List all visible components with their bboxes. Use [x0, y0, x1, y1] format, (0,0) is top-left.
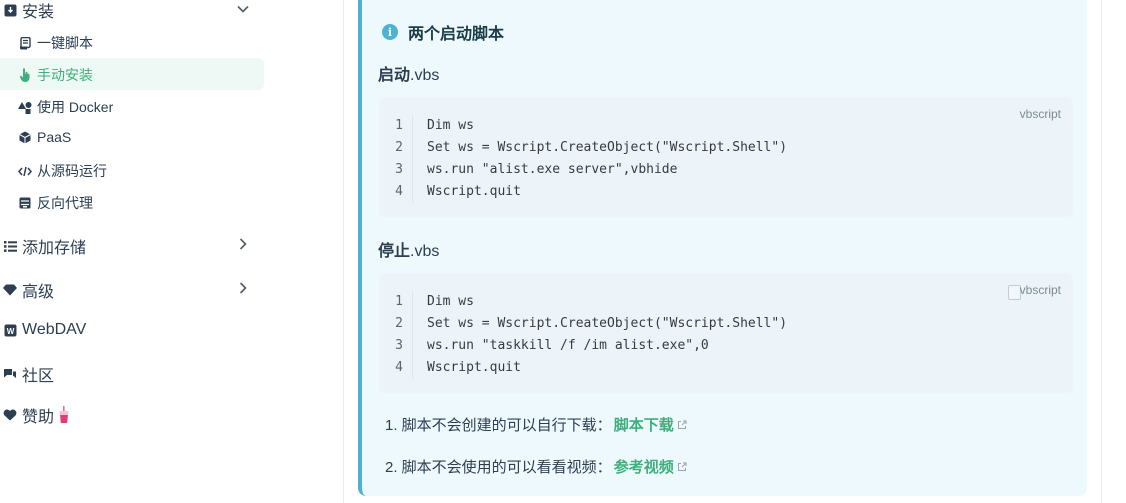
sidebar-item-one-click-script[interactable]: 一键脚本: [18, 33, 93, 53]
hand-pointer-icon: [18, 68, 32, 82]
line-number: 1: [395, 118, 403, 133]
line-number: 2: [395, 140, 403, 155]
note-text: 2. 脚本不会使用的可以看看视频：: [385, 459, 612, 476]
tip-container: i 两个启动脚本 启动.vbs vbscript 1 Dim ws 2 Set …: [358, 0, 1087, 496]
chevron-right-icon[interactable]: [236, 281, 250, 295]
code-line: Dim ws: [427, 294, 474, 309]
sidebar-section-sponsor[interactable]: 赞助: [2, 403, 70, 427]
tip-title-text: 两个启动脚本: [408, 26, 505, 43]
sidebar-section-community[interactable]: 社区: [2, 362, 54, 386]
code-line: ws.run "taskkill /f /im alist.exe",0: [427, 338, 709, 353]
external-link-icon: [677, 420, 687, 429]
sidebar-item-label: 一键脚本: [37, 35, 93, 51]
chevron-down-icon[interactable]: [236, 2, 250, 16]
line-number: 3: [395, 338, 403, 353]
heading-text: 启动: [378, 67, 411, 84]
code-block-stop: vbscript 1 Dim ws 2 Set ws = Wscript.Cre…: [379, 273, 1073, 393]
stop-script-heading: 停止.vbs: [378, 237, 439, 261]
sidebar-item-from-source[interactable]: 从源码运行: [18, 161, 107, 181]
sidebar-section-label: 添加存储: [22, 240, 87, 257]
code-language-label: vbscript: [1019, 283, 1061, 297]
line-number: 4: [395, 184, 403, 199]
reference-video-link[interactable]: 参考视频: [614, 456, 687, 477]
line-number: 1: [395, 294, 403, 309]
svg-text:W: W: [6, 326, 14, 335]
code-line: Dim ws: [427, 118, 474, 133]
code-line: Wscript.quit: [427, 184, 521, 199]
sidebar-section-label: 社区: [22, 368, 55, 385]
heading-ext: .vbs: [410, 243, 440, 260]
gem-icon: [2, 282, 18, 298]
info-icon: i: [382, 24, 398, 40]
note-video: 2. 脚本不会使用的可以看看视频： 参考视频: [385, 456, 687, 477]
script-download-link[interactable]: 脚本下载: [614, 414, 687, 435]
sidebar-section-webdav[interactable]: W WebDAV: [2, 321, 86, 339]
drink-icon: [58, 406, 70, 424]
shapes-icon: [18, 100, 32, 114]
chevron-right-icon[interactable]: [236, 237, 250, 251]
sidebar-section-label: 赞助: [22, 409, 55, 426]
code-icon: [18, 164, 32, 178]
link-label: 脚本下载: [613, 417, 674, 434]
server-icon: [18, 196, 32, 210]
tip-title: i 两个启动脚本: [382, 20, 504, 44]
sidebar-item-docker[interactable]: 使用 Docker: [18, 97, 113, 117]
heading-ext: .vbs: [410, 67, 440, 84]
sidebar-section-label: WebDAV: [22, 321, 87, 338]
sidebar-item-label: 从源码运行: [37, 163, 107, 179]
comments-icon: [2, 366, 18, 382]
sidebar-item-reverse-proxy[interactable]: 反向代理: [18, 193, 93, 213]
code-line: ws.run "alist.exe server",vbhide: [427, 162, 678, 177]
list-icon: [2, 238, 18, 254]
code-line: Set ws = Wscript.CreateObject("Wscript.S…: [427, 316, 788, 331]
start-script-heading: 启动.vbs: [378, 61, 439, 85]
sidebar-item-label: 反向代理: [37, 195, 93, 211]
link-label: 参考视频: [613, 459, 674, 476]
line-number: 3: [395, 162, 403, 177]
external-link-icon: [677, 462, 687, 471]
heading-text: 停止: [378, 243, 411, 260]
script-icon: [18, 36, 32, 50]
sidebar: 安装 一键脚本 手动安装 使用 Docker PaaS 从源码运行 反向代理 添…: [0, 0, 344, 503]
sidebar-section-label: 安装: [22, 4, 55, 21]
note-download: 1. 脚本不会创建的可以自行下载： 脚本下载: [385, 414, 687, 435]
sidebar-item-label: 手动安装: [37, 67, 93, 83]
main-content: i 两个启动脚本 启动.vbs vbscript 1 Dim ws 2 Set …: [345, 0, 1102, 503]
webdav-icon: W: [2, 322, 18, 338]
sidebar-item-manual-install[interactable]: 手动安装: [18, 65, 93, 85]
code-block-start: vbscript 1 Dim ws 2 Set ws = Wscript.Cre…: [379, 97, 1073, 217]
cube-icon: [18, 130, 32, 144]
sidebar-item-label: PaaS: [37, 129, 72, 145]
code-language-label: vbscript: [1019, 107, 1061, 121]
sidebar-section-install[interactable]: 安装: [2, 0, 54, 22]
download-box-icon: [2, 2, 18, 18]
note-text: 1. 脚本不会创建的可以自行下载：: [385, 417, 612, 434]
code-line: Wscript.quit: [427, 360, 521, 375]
sidebar-item-paas[interactable]: PaaS: [18, 129, 71, 145]
heart-icon: [2, 407, 18, 423]
line-number: 4: [395, 360, 403, 375]
sidebar-item-label: 使用 Docker: [37, 99, 114, 115]
sidebar-section-add-storage[interactable]: 添加存储: [2, 234, 86, 258]
code-line: Set ws = Wscript.CreateObject("Wscript.S…: [427, 140, 788, 155]
sidebar-section-label: 高级: [22, 284, 55, 301]
sidebar-section-advanced[interactable]: 高级: [2, 278, 54, 302]
line-number: 2: [395, 316, 403, 331]
